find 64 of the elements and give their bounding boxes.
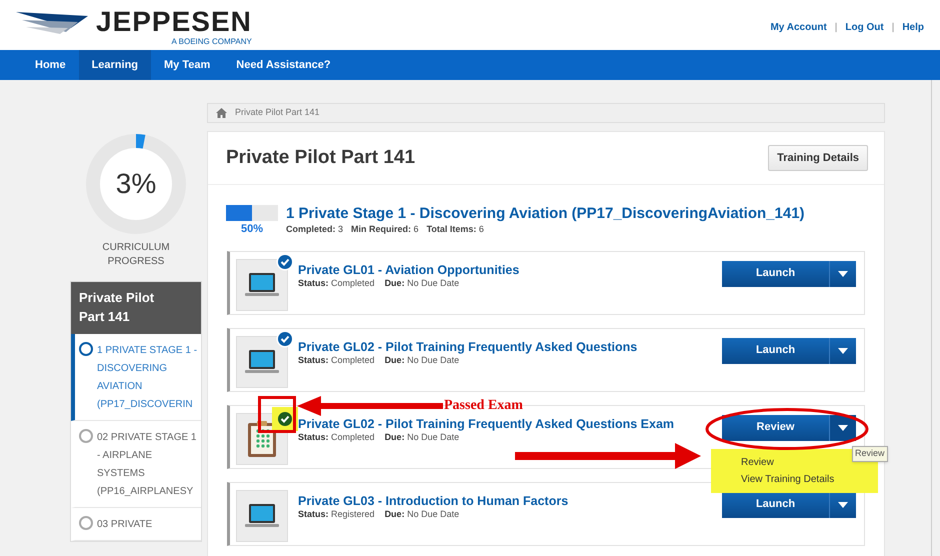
item-status: Status: Completed (298, 276, 375, 290)
header-link[interactable]: My Account (770, 20, 827, 35)
item-due: Due: No Due Date (384, 277, 460, 290)
nav-tab[interactable]: Home (22, 50, 79, 80)
launch-button[interactable]: Launch (722, 260, 830, 286)
progress-label: CURRICULUM PROGRESS (101, 241, 171, 269)
dropdown-button[interactable] (830, 492, 856, 518)
caret-icon (838, 502, 848, 508)
stage-percent: 50% (240, 222, 264, 237)
logo-wordmark: JEPPESEN (96, 8, 252, 36)
nav-tab[interactable]: Learning (78, 50, 152, 80)
header-link[interactable]: Help (902, 20, 924, 35)
header-link[interactable]: Log Out (845, 20, 884, 35)
tooltip: Review (852, 446, 888, 462)
curriculum-item[interactable]: 02 PRIVATE STAGE 1 - AIRPLANE SYSTEMS (PP16_AIRPLANESY (71, 421, 201, 508)
breadcrumb-link[interactable]: Private Pilot Part 141 (235, 106, 320, 120)
menu-item[interactable]: View Training Details (741, 473, 878, 486)
stage-title[interactable]: 1 Private Stage 1 - Discovering Aviation (PP17_DiscoveringAviation_141) (286, 205, 805, 223)
stage-stat: Completed: 3 (286, 223, 344, 236)
launch-button[interactable]: Review (722, 414, 830, 440)
laptop-icon (244, 272, 280, 298)
link-separator: | (892, 21, 894, 35)
launch-button[interactable]: Launch (722, 492, 830, 518)
item-title[interactable]: Private GL03 - Introduction to Human Factors (298, 494, 568, 508)
caret-icon (838, 270, 848, 276)
item-title[interactable]: Private GL02 - Pilot Training Frequently Asked Questions (298, 340, 638, 354)
item-due: Due: No Due Date (384, 508, 460, 520)
curriculum-header: Private Pilot Part 141 (71, 282, 201, 334)
curriculum-item-label: 1 PRIVATE STAGE 1 - DISCOVERING AVIATION (PP17_DISCOVERIN (97, 344, 198, 412)
item-status: Status: Registered (298, 508, 375, 521)
caret-icon (838, 348, 848, 354)
home-icon[interactable] (216, 108, 227, 118)
stage-stat: Min Required: 6 (351, 223, 419, 236)
item-status: Status: Completed (298, 430, 375, 444)
item-title[interactable]: Private GL02 - Pilot Training Frequently Asked Questions Exam (298, 416, 674, 430)
dropdown-button[interactable] (830, 260, 856, 286)
radio-icon (79, 342, 93, 356)
link-separator: | (834, 21, 838, 35)
page-title: Private Pilot Part 141 (226, 146, 416, 170)
item-due: Due: No Due Date (384, 354, 460, 366)
logo-subtitle: A BOEING COMPANY (172, 36, 252, 48)
item-due: Due: No Due Date (384, 431, 460, 444)
laptop-icon (244, 502, 280, 528)
radio-icon (79, 516, 93, 530)
stage-stat: Total Items: 6 (426, 223, 484, 236)
dropdown-button[interactable] (830, 338, 856, 364)
curriculum-item[interactable]: 1 PRIVATE STAGE 1 - DISCOVERING AVIATION (PP17_DISCOVERIN (71, 334, 201, 421)
caret-icon (838, 424, 848, 430)
training-details-button[interactable]: Training Details (768, 145, 868, 171)
dropdown-button[interactable] (830, 414, 856, 440)
nav-tab[interactable]: Need Assistance? (223, 50, 344, 80)
item-title[interactable]: Private GL01 - Aviation Opportunities (298, 262, 520, 276)
laptop-icon (244, 348, 280, 374)
highlight-frame (258, 396, 296, 433)
stage-progress-track (226, 205, 278, 221)
radio-icon (79, 429, 93, 443)
curriculum-item-label: 03 PRIVATE (97, 518, 152, 532)
progress-percent: 3% (116, 169, 156, 199)
curriculum-item[interactable]: 03 PRIVATE (71, 508, 201, 541)
callout-text: Passed Exam (444, 397, 523, 415)
launch-button[interactable]: Launch (722, 338, 830, 364)
curriculum-item-label: 02 PRIVATE STAGE 1 - AIRPLANE SYSTEMS (PP16_AIRPLANESY (97, 431, 198, 499)
nav-tab[interactable]: My Team (151, 50, 224, 80)
item-status: Status: Completed (298, 354, 375, 367)
